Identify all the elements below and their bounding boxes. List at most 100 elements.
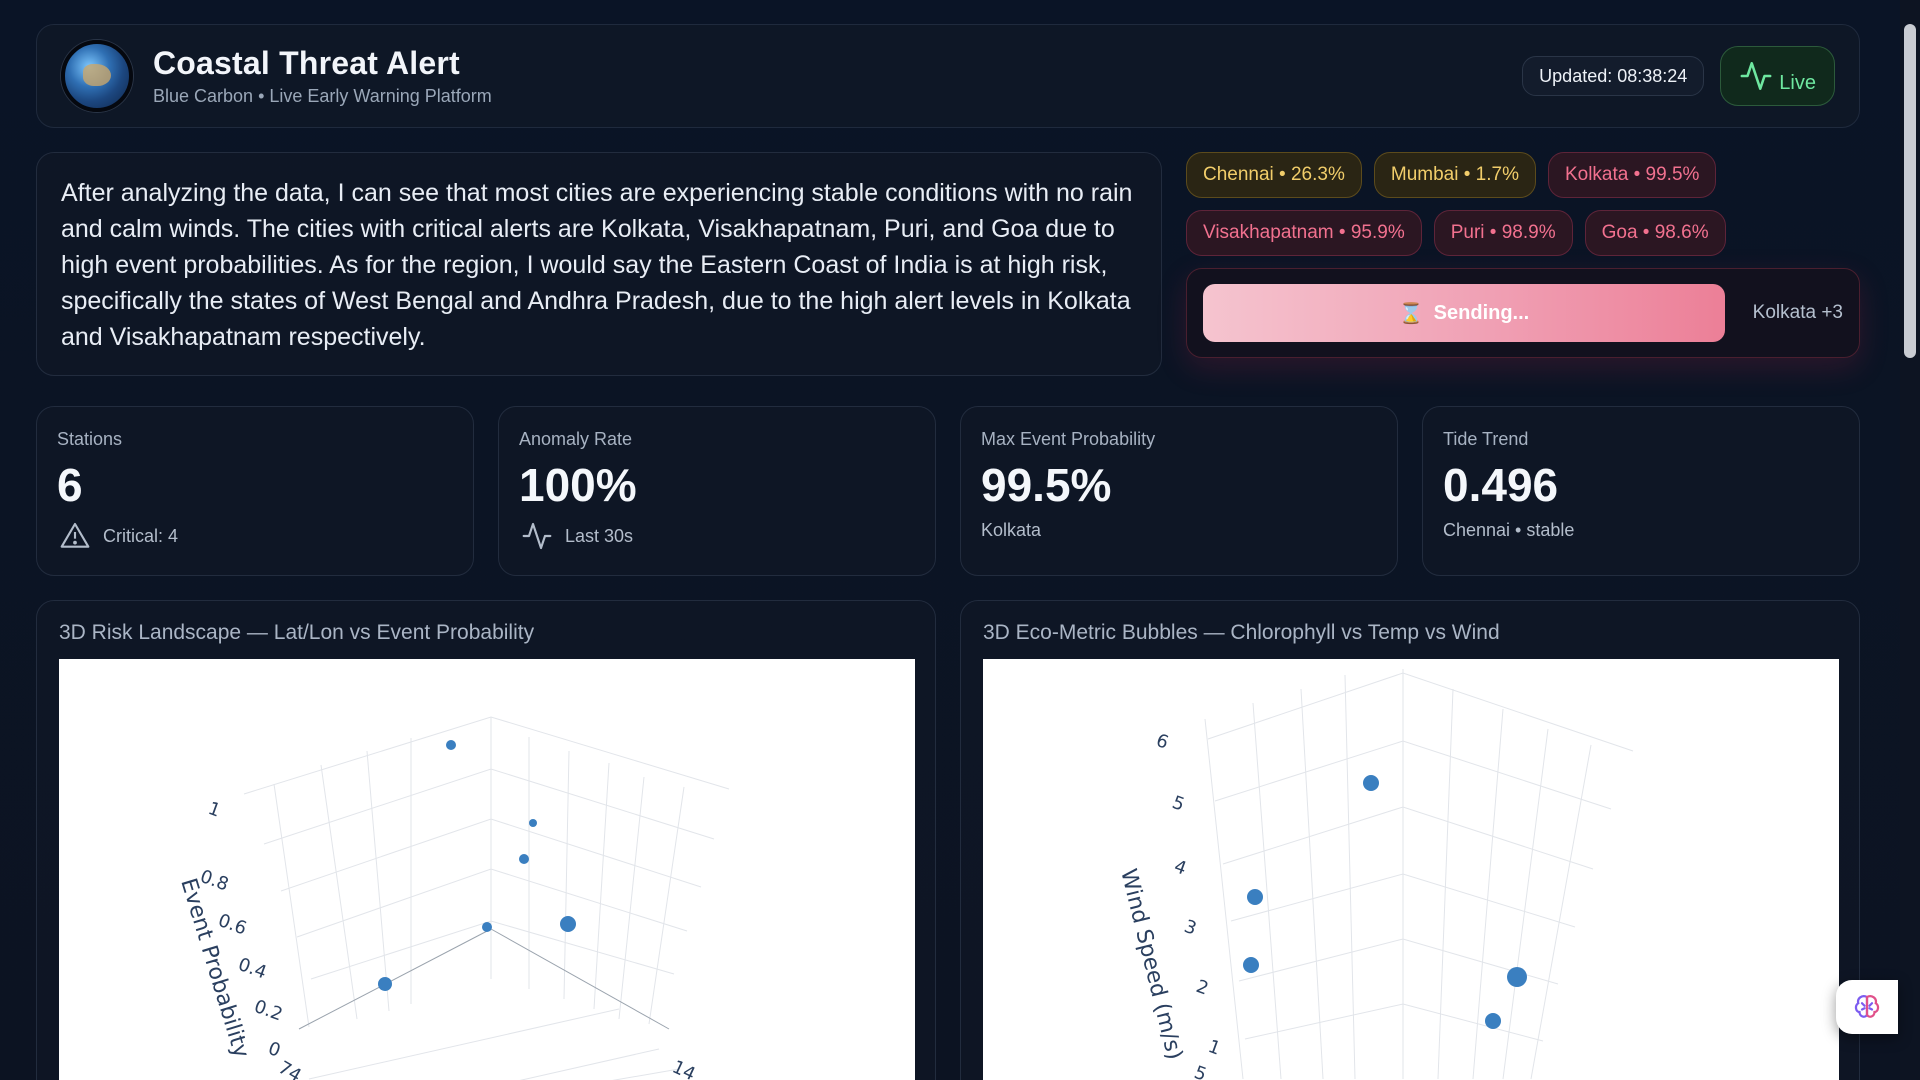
z-tick-label: 3	[1181, 916, 1199, 940]
grid-line	[263, 768, 715, 845]
alert-chip[interactable]: Goa • 98.6%	[1584, 210, 1726, 256]
z-tick-label: 1	[1205, 1036, 1223, 1060]
z-tick-label: 0	[265, 1038, 283, 1062]
stats-row: Stations 6 Critical: 4 Anomaly Rate 100%…	[36, 406, 1860, 576]
stat-sub-text: Last 30s	[565, 525, 634, 546]
send-alert-button[interactable]: ⌛ Sending...	[1203, 284, 1725, 342]
activity-icon	[1740, 61, 1772, 91]
stat-value: 6	[57, 459, 83, 511]
stat-value: 99.5%	[981, 459, 1112, 511]
risk-landscape-card: 3D Risk Landscape — Lat/Lon vs Event Pro…	[36, 600, 936, 1080]
z-tick-label: 5	[1169, 792, 1187, 816]
grid-line	[366, 750, 390, 1012]
page-scrollbar[interactable]	[1900, 0, 1920, 1080]
grid-line	[519, 1048, 660, 1080]
stat-sub: Critical: 4	[57, 520, 453, 552]
alert-chip[interactable]: Puri • 98.9%	[1433, 210, 1573, 256]
scatter-point[interactable]	[519, 854, 529, 864]
scatter-point[interactable]	[378, 977, 392, 991]
stat-sub: Last 30s	[519, 520, 915, 552]
grid-line	[1204, 718, 1244, 1080]
axis-tick-label: 14	[669, 1056, 699, 1080]
brand: Coastal Threat Alert Blue Carbon • Live …	[153, 45, 492, 107]
z-tick-label: 0.6	[215, 910, 249, 940]
grid-line	[1437, 688, 1454, 1080]
grid-line	[612, 1068, 680, 1080]
z-tick-label: 0.2	[251, 996, 285, 1026]
alert-chip[interactable]: Mumbai • 1.7%	[1373, 152, 1536, 198]
ai-assistant-button[interactable]	[1836, 980, 1898, 1034]
grid-line	[320, 764, 358, 1020]
send-alert-label: Sending...	[1433, 301, 1530, 324]
bubble-point[interactable]	[1247, 889, 1263, 905]
grid-line	[563, 750, 570, 1000]
grid-line	[243, 716, 730, 795]
alerts-panel: Chennai • 26.3% Mumbai • 1.7% Kolkata • 99…	[1186, 152, 1860, 376]
stat-card-anomaly-rate: Anomaly Rate 100% Last 30s	[498, 406, 936, 576]
alert-chip[interactable]: Visakhapatnam • 95.9%	[1186, 210, 1422, 256]
risk-landscape-plot[interactable]: 0 0.2 0.4 0.6 0.8 1 74 14 Event Probability	[59, 659, 915, 1080]
brain-icon	[1854, 995, 1880, 1018]
z-tick-label: 2	[1193, 976, 1211, 1000]
chart-title: 3D Risk Landscape — Lat/Lon vs Event Pro…	[59, 621, 535, 644]
z-tick-label: 4	[1171, 856, 1189, 880]
grid-line	[273, 783, 310, 1028]
header-right: Updated: 08:38:24 Live	[1522, 46, 1835, 106]
bubble-point[interactable]	[1485, 1013, 1501, 1029]
hourglass-icon: ⌛	[1398, 302, 1424, 325]
stat-label: Stations	[57, 429, 123, 449]
app-subtitle: Blue Carbon • Live Early Warning Platfor…	[153, 86, 492, 106]
stat-sub: Kolkata	[981, 520, 1377, 541]
alert-chip[interactable]: Chennai • 26.3%	[1186, 152, 1362, 198]
dashboard: Coastal Threat Alert Blue Carbon • Live …	[36, 24, 1860, 1080]
stat-value: 0.496	[1443, 459, 1559, 511]
z-axis-title: Wind Speed (m/s)	[1115, 866, 1187, 1062]
warning-icon	[60, 522, 90, 548]
live-status-button[interactable]: Live	[1720, 46, 1835, 106]
eco-metric-plot[interactable]: 1 2 3 4 5 6 5 Wind Speed (m/s)	[983, 659, 1839, 1080]
grid-line	[1222, 806, 1594, 870]
alert-chips: Chennai • 26.3% Mumbai • 1.7% Kolkata • 99…	[1186, 152, 1860, 256]
scatter-point[interactable]	[482, 922, 492, 932]
header-bar: Coastal Threat Alert Blue Carbon • Live …	[36, 24, 1860, 128]
risk-landscape-svg: 00.20.40.60.8174 14 Event Probability	[175, 716, 730, 1080]
send-alert-box: ⌛ Sending... Kolkata +3	[1186, 268, 1860, 358]
grid-line	[1214, 740, 1612, 810]
axis-line	[490, 928, 670, 1030]
bubble-point[interactable]	[1363, 775, 1379, 791]
updated-timestamp: Updated: 08:38:24	[1522, 56, 1705, 96]
scatter-point[interactable]	[560, 916, 576, 932]
grid-line	[1300, 688, 1324, 1080]
scatter-point[interactable]	[446, 740, 456, 750]
stat-sub: Chennai • stable	[1443, 520, 1839, 541]
axis-line	[298, 928, 492, 1030]
stat-card-tide-trend: Tide Trend 0.496 Chennai • stable	[1422, 406, 1860, 576]
z-tick-label: 6	[1153, 730, 1171, 754]
z-tick-label: 0.4	[235, 954, 269, 984]
stat-sub-text: Critical: 4	[103, 525, 179, 546]
charts-row: 3D Risk Landscape — Lat/Lon vs Event Pro…	[36, 600, 1860, 1080]
alert-chip[interactable]: Kolkata • 99.5%	[1547, 152, 1717, 198]
globe-logo-icon	[61, 40, 133, 112]
bubble-point[interactable]	[1507, 967, 1527, 987]
stat-sub-text: Kolkata	[981, 520, 1042, 540]
grid-line	[1344, 674, 1356, 1080]
eco-metric-svg: 1 2 3 4 5 6 5 Wind Speed (m/s)	[1115, 669, 1634, 1080]
eco-metric-card: 3D Eco-Metric Bubbles — Chlorophyll vs T…	[960, 600, 1860, 1080]
stat-label: Tide Trend	[1443, 429, 1529, 449]
stat-label: Max Event Probability	[981, 429, 1156, 449]
stat-sub-text: Chennai • stable	[1443, 520, 1575, 540]
axis-tick-label: 5	[1191, 1062, 1209, 1080]
scrollbar-thumb[interactable]	[1904, 24, 1916, 358]
grid-line	[648, 786, 685, 1025]
live-label: Live	[1779, 71, 1816, 94]
app-title: Coastal Threat Alert	[153, 45, 460, 81]
scatter-point[interactable]	[529, 819, 537, 827]
grid-line	[1207, 672, 1634, 752]
bubble-point[interactable]	[1243, 957, 1259, 973]
stat-card-max-event-probability: Max Event Probability 99.5% Kolkata	[960, 406, 1398, 576]
stat-value: 100%	[519, 459, 637, 511]
z-tick-label: 1	[205, 798, 223, 822]
stat-label: Anomaly Rate	[519, 429, 633, 449]
send-target-label: Kolkata +3	[1752, 302, 1843, 323]
